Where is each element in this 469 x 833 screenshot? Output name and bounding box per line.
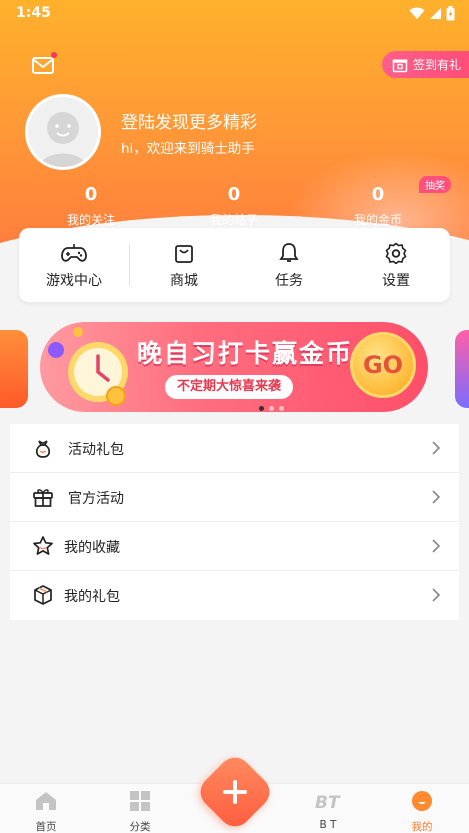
quick-store[interactable]: 商城 (134, 240, 234, 290)
chevron-right-icon (432, 490, 441, 504)
status-bar: 1:45 (0, 0, 469, 28)
chevron-right-icon (432, 539, 441, 553)
mail-notification-dot (51, 52, 57, 58)
quick-menu-card: 游戏中心 商城 任务 设置 (19, 228, 450, 302)
quick-label: 设置 (382, 273, 410, 289)
gear-icon (385, 242, 407, 264)
tab-label: B T (319, 819, 337, 831)
status-icons (409, 6, 455, 21)
add-post-button-glyph[interactable] (206, 763, 264, 821)
stat-posts[interactable]: 0 我的帖子 (174, 183, 294, 229)
banner-slide[interactable]: 晚自习打卡赢金币 不定期大惊喜来袭 GO (40, 322, 428, 412)
gift-bag-icon (35, 440, 51, 458)
alarm-clock-icon (48, 327, 128, 406)
stat-label: 我的金币 (353, 213, 402, 227)
user-stats: 0 我的关注 0 我的帖子 0 我的金币 (0, 183, 469, 228)
checkin-label: 签到有礼 (412, 58, 461, 72)
banner-dot[interactable] (269, 406, 274, 411)
banner-dot[interactable] (259, 406, 264, 411)
banner-pill: 不定期大惊喜来袭 (165, 375, 294, 399)
home-icon (36, 792, 56, 810)
battery-icon (446, 6, 455, 21)
signal-icon (430, 8, 441, 19)
banner-title: 晚自习打卡赢金币 (137, 339, 354, 368)
gamepad-icon (61, 244, 87, 262)
banner-dot[interactable] (279, 406, 284, 411)
login-subtitle: hi，欢迎来到骑士助手 (121, 141, 255, 157)
stat-value: 0 (84, 184, 98, 205)
menu-item-official-events[interactable]: 官方活动 (10, 473, 459, 522)
menu-label: 我的收藏 (64, 540, 120, 556)
grid-icon (130, 791, 150, 811)
profile-icon (412, 791, 432, 811)
bell-icon (279, 243, 299, 262)
stat-label: 我的关注 (66, 213, 115, 227)
menu-list: 活动礼包 官方活动 我的收藏 我的礼包 (10, 424, 459, 620)
stat-label: 我的帖子 (209, 213, 258, 227)
menu-label: 我的礼包 (64, 589, 120, 605)
login-title[interactable]: 登陆发现更多精彩 (121, 108, 257, 133)
plus-icon (223, 780, 247, 804)
menu-label: 官方活动 (68, 491, 124, 507)
quick-label: 任务 (275, 273, 303, 289)
checkin-button[interactable]: 签到有礼 (381, 51, 469, 78)
shopping-bag-icon (175, 245, 193, 263)
banner-go-button[interactable]: GO (350, 332, 416, 398)
tab-label: 分类 (129, 821, 151, 833)
wifi-icon (409, 7, 425, 19)
quick-label: 游戏中心 (46, 273, 102, 289)
gift-shop-icon (392, 59, 408, 72)
quick-label: 商城 (170, 273, 198, 289)
quick-game-center[interactable]: 游戏中心 (24, 240, 124, 290)
banner-next-peek[interactable] (455, 330, 469, 408)
banner-pagination (259, 406, 284, 411)
star-icon (33, 536, 53, 555)
status-time: 1:45 (16, 5, 51, 21)
chevron-right-icon (432, 441, 441, 455)
chevron-right-icon (432, 588, 441, 602)
quick-settings[interactable]: 设置 (346, 240, 446, 290)
stat-follows[interactable]: 0 我的关注 (31, 183, 151, 229)
tab-home[interactable]: 首页 (16, 788, 76, 833)
svg-text:BT: BT (315, 793, 341, 811)
gift-box-icon (33, 489, 53, 507)
menu-label: 活动礼包 (68, 442, 124, 458)
banner-prev-peek[interactable] (0, 330, 28, 408)
banner-carousel[interactable]: 晚自习打卡赢金币 不定期大惊喜来袭 GO (0, 318, 469, 418)
quick-divider (129, 244, 130, 286)
bt-icon: BT (315, 793, 341, 811)
tab-bt[interactable]: BT B T (298, 788, 358, 831)
tab-label: 我的 (411, 821, 433, 833)
menu-item-event-gifts[interactable]: 活动礼包 (10, 424, 459, 473)
quick-tasks[interactable]: 任务 (239, 240, 339, 290)
default-avatar-icon (28, 97, 98, 167)
tab-label: 首页 (35, 821, 57, 833)
tab-category[interactable]: 分类 (110, 788, 170, 833)
menu-item-my-gifts[interactable]: 我的礼包 (10, 571, 459, 620)
stat-value: 0 (227, 184, 241, 205)
tab-profile[interactable]: 我的 (392, 788, 452, 833)
package-icon (34, 585, 52, 605)
avatar[interactable] (25, 94, 101, 170)
lottery-badge[interactable]: 抽奖 (419, 176, 451, 193)
menu-item-favorites[interactable]: 我的收藏 (10, 522, 459, 571)
